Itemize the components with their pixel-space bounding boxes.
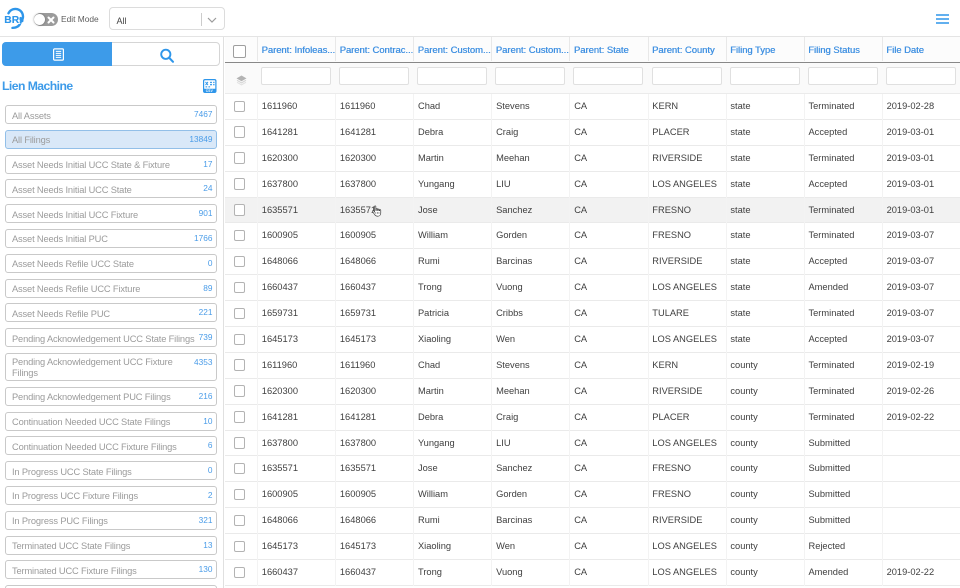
svg-text:BR: BR <box>4 15 19 26</box>
svg-text:CSV: CSV <box>206 89 214 93</box>
